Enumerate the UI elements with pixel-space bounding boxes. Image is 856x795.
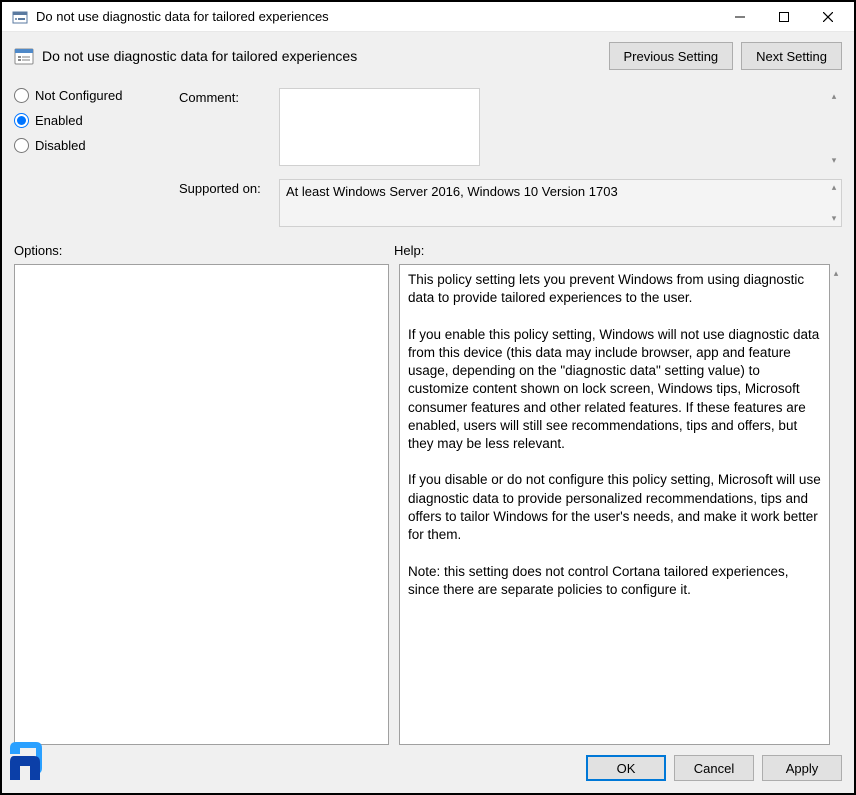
comment-field-row: Comment: ▴ ▾	[179, 88, 842, 169]
app-icon	[12, 9, 28, 25]
configuration-row: Not Configured Enabled Disabled Comment:…	[14, 88, 842, 227]
state-radio-group: Not Configured Enabled Disabled	[14, 88, 179, 163]
policy-icon	[14, 46, 34, 66]
panes: This policy setting lets you prevent Win…	[14, 264, 842, 745]
radio-disabled[interactable]: Disabled	[14, 138, 169, 153]
radio-disabled-input[interactable]	[14, 138, 29, 153]
radio-enabled-label: Enabled	[35, 113, 83, 128]
radio-enabled[interactable]: Enabled	[14, 113, 169, 128]
comment-textarea[interactable]	[279, 88, 480, 166]
chevron-up-icon: ▴	[829, 92, 839, 101]
supported-label: Supported on:	[179, 179, 279, 196]
help-pane[interactable]: This policy setting lets you prevent Win…	[399, 264, 830, 745]
title-bar: Do not use diagnostic data for tailored …	[2, 2, 854, 32]
options-pane[interactable]	[14, 264, 389, 745]
policy-title: Do not use diagnostic data for tailored …	[42, 48, 601, 64]
supported-on-text: At least Windows Server 2016, Windows 10…	[286, 184, 618, 199]
next-setting-button[interactable]: Next Setting	[741, 42, 842, 70]
cancel-button[interactable]: Cancel	[674, 755, 754, 781]
options-section-label: Options:	[14, 243, 394, 258]
help-pane-wrap: This policy setting lets you prevent Win…	[399, 264, 842, 745]
policy-header: Do not use diagnostic data for tailored …	[14, 42, 842, 70]
maximize-button[interactable]	[762, 3, 806, 31]
apply-button[interactable]: Apply	[762, 755, 842, 781]
section-labels: Options: Help:	[14, 243, 842, 258]
radio-not-configured-input[interactable]	[14, 88, 29, 103]
supported-field-row: Supported on: At least Windows Server 20…	[179, 179, 842, 227]
help-section-label: Help:	[394, 243, 842, 258]
previous-setting-button[interactable]: Previous Setting	[609, 42, 734, 70]
window-controls	[718, 3, 850, 31]
window-title: Do not use diagnostic data for tailored …	[36, 9, 718, 24]
close-button[interactable]	[806, 3, 850, 31]
help-scroll-indicator: ▴	[830, 264, 842, 745]
radio-disabled-label: Disabled	[35, 138, 86, 153]
ok-button[interactable]: OK	[586, 755, 666, 781]
client-area: Do not use diagnostic data for tailored …	[2, 32, 854, 793]
radio-enabled-input[interactable]	[14, 113, 29, 128]
dialog-footer: OK Cancel Apply	[14, 745, 842, 781]
radio-not-configured-label: Not Configured	[35, 88, 122, 103]
field-column: Comment: ▴ ▾ Supported on: At least Wind…	[179, 88, 842, 227]
comment-label: Comment:	[179, 88, 279, 105]
supported-on-box: At least Windows Server 2016, Windows 10…	[279, 179, 842, 227]
radio-not-configured[interactable]: Not Configured	[14, 88, 169, 103]
minimize-button[interactable]	[718, 3, 762, 31]
chevron-down-icon: ▾	[829, 156, 839, 165]
